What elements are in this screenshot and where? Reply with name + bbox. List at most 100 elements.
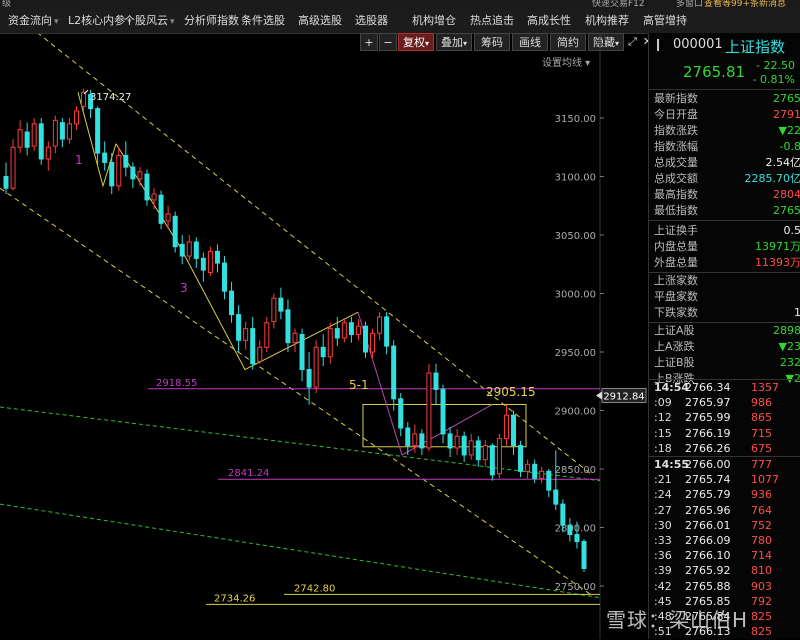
candle-body [328, 329, 332, 357]
stock-name: 上证指数 [725, 36, 785, 57]
candle-body [582, 542, 586, 569]
candle-body [321, 347, 325, 356]
trade-price: 2765.92 [685, 563, 731, 579]
multi-window-link[interactable]: 多窗口 [676, 0, 703, 9]
y-tick-label: 3050.00 [555, 231, 596, 242]
menu-item-fund-flow[interactable]: 资金流向▾ [8, 9, 59, 33]
top-strip-left: 级 [2, 0, 11, 9]
wave-1-label: 1 [75, 153, 83, 167]
quote-row-value: 13971万 [755, 239, 800, 255]
back-icon[interactable]: ❙ [653, 37, 663, 51]
quote-row: 指数涨幅-0.8 [649, 139, 800, 155]
menu-item-inst-recommend[interactable]: 机构推荐 [585, 9, 629, 33]
quote-row: 今日开盘2791 [649, 107, 800, 123]
price-change-pct: - 0.81% [753, 73, 795, 86]
trade-row: :332766.09780 [649, 533, 800, 549]
candle-body [201, 258, 205, 270]
menu-item-hot-chase[interactable]: 热点追击 [470, 9, 514, 33]
trade-price: 2766.09 [685, 533, 731, 549]
quote-row: 上涨家数 [649, 273, 800, 289]
quick-trade-link[interactable]: 快速交易F12 [592, 0, 645, 9]
trade-price: 2765.97 [685, 395, 731, 411]
trade-time: :33 [654, 533, 672, 549]
current-price-label: 2912.84 [603, 391, 644, 402]
candle-body [490, 446, 494, 475]
quote-row: 最高指数2804 [649, 187, 800, 203]
candle-body [187, 242, 191, 256]
trade-volume: 792 [751, 594, 772, 610]
quote-row-label: 指数涨幅 [654, 139, 698, 155]
quote-row: 总成交量2.54亿 [649, 155, 800, 171]
quote-row-value: ▼23 [779, 339, 800, 355]
candle-body [385, 317, 389, 346]
candle-body [371, 333, 375, 352]
candle-body [159, 195, 163, 223]
quote-row-value: 232 [780, 355, 800, 371]
quote-row-value: 2898 [773, 323, 800, 339]
trade-time: :27 [654, 503, 672, 519]
trade-row: :212765.741077 [649, 472, 800, 488]
candle-body [258, 347, 262, 361]
candlestick-chart[interactable]: 3150.003100.003050.003000.002950.002900.… [0, 34, 648, 639]
quote-row-value: ▼22 [779, 123, 800, 139]
trade-volume: 986 [751, 395, 772, 411]
trade-time: 14:54 [654, 380, 689, 396]
candle-body [476, 441, 480, 460]
trade-time: :36 [654, 548, 672, 564]
y-tick-label: 3150.00 [555, 114, 596, 125]
trade-row: :272765.96764 [649, 503, 800, 519]
trade-volume: 752 [751, 518, 772, 534]
menu-item-exec-increase[interactable]: 高管增持 [643, 9, 687, 33]
trade-row: :152766.19715 [649, 426, 800, 442]
trade-price: 2765.88 [685, 579, 731, 595]
quote-row-label: 指数涨跌 [654, 123, 698, 139]
candle-body [32, 124, 36, 146]
candle-body [349, 323, 353, 335]
y-tick-label: 3100.00 [555, 173, 596, 184]
candle-body [568, 525, 572, 534]
messages-link[interactable]: 查看等99+条新消息 [704, 0, 786, 9]
candle-body [575, 535, 579, 542]
candle-body [110, 162, 114, 185]
candle-body [342, 323, 346, 338]
menu-item-selector[interactable]: 选股器 [355, 9, 388, 33]
quote-row: 上证A股2898 [649, 323, 800, 339]
menu-item-l2[interactable]: L2核心内参▾ [68, 9, 132, 33]
candle-body [251, 329, 255, 364]
candle-body [413, 434, 417, 446]
candle-body [237, 315, 241, 341]
candle-body [230, 291, 234, 314]
level-2734-label: 2734.26 [214, 593, 255, 604]
menu-item-condition-select[interactable]: 条件选股 [241, 9, 285, 33]
trade-volume: 715 [751, 426, 772, 442]
candle-body [25, 132, 29, 147]
menu-item-high-growth[interactable]: 高成长性 [527, 9, 571, 33]
wave-5-1-label: 5-1 [349, 378, 369, 392]
menu-item-advanced-select[interactable]: 高级选股 [298, 9, 342, 33]
trade-row: :362766.10714 [649, 548, 800, 564]
candle-body [60, 123, 64, 139]
candle-body [547, 471, 551, 490]
menu-item-inst-increase[interactable]: 机构增仓 [412, 9, 456, 33]
candle-body [131, 167, 135, 179]
trade-time: :09 [654, 395, 672, 411]
menu-item-analyst-index[interactable]: 分析师指数 [184, 9, 239, 33]
quote-row-value: 2791 [773, 107, 800, 123]
trade-volume: 825 [751, 624, 772, 640]
candle-body [272, 298, 276, 321]
trade-row: :09 2765.97 986 [649, 395, 800, 411]
price-change: - 22.50 [756, 59, 795, 72]
quote-row-label: 最低指数 [654, 203, 698, 219]
candle-body [455, 436, 459, 448]
candle-body [152, 194, 156, 200]
trade-volume: 1077 [751, 472, 779, 488]
menu-bar: 资金流向▾ L2核心内参▾ 个股风云▾ 分析师指数 条件选股 高级选股 选股器 … [0, 9, 800, 34]
trade-price: 2766.19 [685, 426, 731, 442]
candle-body [448, 434, 452, 448]
menu-item-stock-risk[interactable]: 个股风云▾ [124, 9, 175, 33]
candle-body [215, 251, 219, 263]
trade-price: 2766.00 [685, 457, 731, 473]
trade-row: 14:552766.00777 [649, 457, 800, 473]
trade-row: 14:542766.341357 [649, 380, 800, 396]
chevron-down-icon: ▾ [170, 17, 175, 27]
